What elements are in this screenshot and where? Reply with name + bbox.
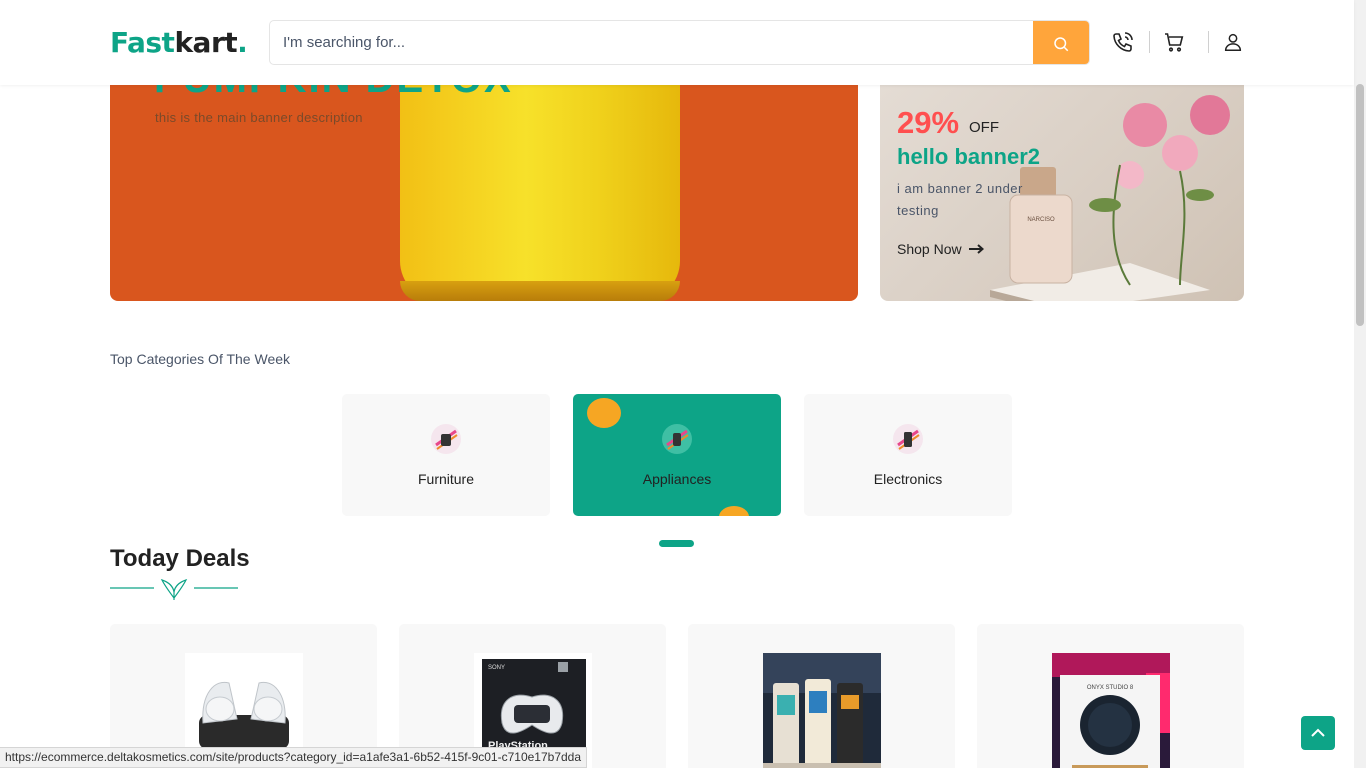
logo[interactable]: Fastkart. <box>110 26 248 59</box>
header-divider <box>1149 31 1150 53</box>
discount-off-label: OFF <box>969 119 999 136</box>
shop-now-label: Shop Now <box>897 241 962 257</box>
search-bar <box>269 20 1090 65</box>
back-to-top-button[interactable] <box>1301 716 1335 750</box>
product-image[interactable]: ONYX STUDIO 8 <box>1052 653 1170 768</box>
user-icon[interactable] <box>1220 29 1246 55</box>
search-input[interactable] <box>283 21 1023 64</box>
arrow-right-icon <box>968 244 984 254</box>
logo-prefix: Fast <box>110 26 175 59</box>
onyx-speaker-image: ONYX STUDIO 8 <box>1052 653 1170 768</box>
logo-dot: . <box>237 26 248 59</box>
carousel-indicator[interactable] <box>659 540 694 547</box>
logo-suffix: kart <box>174 26 238 59</box>
furniture-icon <box>431 424 461 454</box>
leaf-divider-icon <box>110 578 238 600</box>
product-image[interactable] <box>763 653 881 768</box>
main-banner[interactable]: PUMPKIN DETOX this is the main banner de… <box>110 85 858 301</box>
main-banner-title: PUMPKIN DETOX <box>154 85 513 102</box>
header-divider <box>1208 31 1209 53</box>
deal-card[interactable] <box>688 624 955 768</box>
page-scrollbar[interactable] <box>1354 0 1366 768</box>
deals-title: Today Deals <box>110 545 250 572</box>
appliances-icon <box>662 424 692 454</box>
side-banner[interactable]: NARCISO 29% OFF hello banner2 i am banne… <box>880 85 1244 301</box>
main-banner-description: this is the main banner description <box>155 110 363 125</box>
categories-heading: Top Categories Of The Week <box>110 351 291 367</box>
decorative-blob <box>587 398 621 428</box>
category-card-furniture[interactable]: Furniture <box>342 394 550 516</box>
search-button[interactable] <box>1033 21 1089 64</box>
phone-icon[interactable] <box>1110 29 1136 55</box>
search-icon <box>1054 36 1069 51</box>
speaker-box-label: ONYX STUDIO 8 <box>1087 685 1134 691</box>
cart-icon[interactable] <box>1161 29 1187 55</box>
category-card-appliances[interactable]: Appliances <box>573 394 781 516</box>
category-card-electronics[interactable]: Electronics <box>804 394 1012 516</box>
category-label: Furniture <box>417 471 475 487</box>
scrollbar-thumb[interactable] <box>1356 84 1364 326</box>
chevron-up-icon <box>1311 728 1325 737</box>
side-banner-description: i am banner 2 under testing <box>897 181 1023 218</box>
category-label: Electronics <box>873 471 943 487</box>
category-label: Appliances <box>642 471 712 487</box>
browser-status-url: https://ecommerce.deltakosmetics.com/sit… <box>0 747 588 768</box>
deal-card[interactable]: ONYX STUDIO 8 <box>977 624 1244 768</box>
discount-percent: 29% <box>897 105 960 140</box>
decorative-blob <box>719 506 749 516</box>
power-bank-image <box>763 653 881 768</box>
electronics-icon <box>893 424 923 454</box>
brand-label: SONY <box>488 665 505 671</box>
site-header: Fastkart. <box>0 0 1354 85</box>
side-banner-title: hello banner2 <box>897 144 1041 169</box>
juice-glass-image <box>400 85 680 301</box>
shop-now-link[interactable]: Shop Now <box>897 241 984 257</box>
